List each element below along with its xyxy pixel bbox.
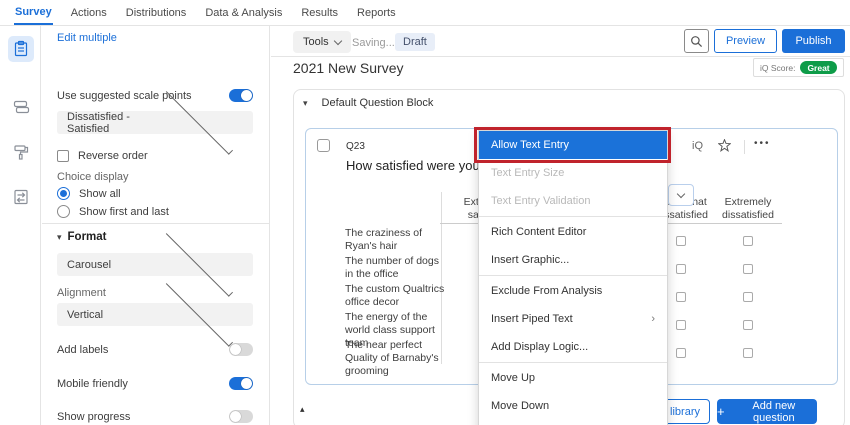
question-iq-icon[interactable]: iQ	[692, 140, 703, 152]
reverse-order-checkbox[interactable]	[57, 150, 69, 162]
matrix-checkbox[interactable]	[676, 292, 686, 302]
tools-button[interactable]: Tools	[293, 31, 351, 53]
publish-button[interactable]: Publish	[782, 29, 845, 53]
choice-display-label: Choice display	[57, 171, 129, 183]
block-options-icon[interactable]	[8, 94, 34, 120]
use-suggested-scale-points-toggle[interactable]	[229, 89, 253, 102]
checkbox-column-somewhat-dissatisfied	[676, 236, 686, 376]
alignment-label: Alignment	[57, 287, 106, 299]
tab-survey[interactable]: Survey	[14, 0, 53, 25]
matrix-row-statement[interactable]: The craziness of Ryan's hair	[345, 227, 445, 255]
preview-button[interactable]: Preview	[714, 29, 777, 53]
top-nav: Survey Actions Distributions Data & Anal…	[0, 0, 850, 26]
menu-item-exclude-from-analysis[interactable]: Exclude From Analysis	[479, 277, 667, 305]
draft-badge: Draft	[395, 33, 435, 51]
matrix-checkbox[interactable]	[676, 264, 686, 274]
plus-icon: +	[717, 404, 725, 419]
add-labels-label: Add labels	[57, 344, 108, 356]
menu-item-insert-piped-text[interactable]: Insert Piped Text ›	[479, 305, 667, 333]
add-new-question-button[interactable]: + Add new question	[717, 399, 817, 424]
matrix-row-statement[interactable]: The number of dogs in the office	[345, 255, 445, 283]
matrix-row-statement[interactable]: The custom Qualtrics office decor	[345, 283, 445, 311]
tab-distributions[interactable]: Distributions	[125, 0, 188, 25]
menu-item-text-entry-validation: Text Entry Validation	[479, 187, 667, 215]
menu-item-remove-scale-point[interactable]: Remove Scale Point	[479, 420, 667, 425]
survey-flow-icon[interactable]	[8, 184, 34, 210]
show-all-radio[interactable]	[57, 187, 70, 200]
matrix-checkbox[interactable]	[743, 236, 753, 246]
format-section-header[interactable]: ▾ Format	[57, 231, 107, 243]
iq-score-badge[interactable]: iQ Score: Great	[753, 58, 844, 77]
add-labels-toggle[interactable]	[229, 343, 253, 356]
show-all-label: Show all	[79, 188, 121, 200]
chevron-down-icon	[677, 189, 685, 197]
reverse-order-label: Reverse order	[78, 150, 148, 162]
more-options-icon[interactable]: •••	[754, 138, 771, 149]
alignment-dropdown[interactable]: Vertical	[57, 303, 253, 326]
matrix-checkbox[interactable]	[676, 348, 686, 358]
menu-item-rich-content-editor[interactable]: Rich Content Editor	[479, 218, 667, 246]
matrix-checkbox[interactable]	[743, 348, 753, 358]
survey-builder-icon[interactable]	[8, 36, 34, 62]
tab-data-analysis[interactable]: Data & Analysis	[204, 0, 283, 25]
menu-item-add-display-logic[interactable]: Add Display Logic...	[479, 333, 667, 361]
show-first-last-label: Show first and last	[79, 206, 169, 218]
question-settings-panel: Edit multiple Use suggested scale points…	[42, 26, 270, 425]
format-dropdown[interactable]: Carousel	[57, 253, 253, 276]
block-title[interactable]: Default Question Block	[322, 97, 434, 109]
qualtrics-survey-editor: Survey Actions Distributions Data & Anal…	[0, 0, 850, 425]
menu-divider	[479, 216, 667, 217]
submenu-arrow-icon: ›	[651, 313, 655, 325]
tab-results[interactable]: Results	[300, 0, 339, 25]
caret-down-icon: ▾	[57, 232, 62, 243]
search-button[interactable]	[684, 29, 709, 53]
menu-item-insert-graphic[interactable]: Insert Graphic...	[479, 246, 667, 274]
matrix-checkbox[interactable]	[743, 292, 753, 302]
matrix-row-statement[interactable]: The near perfect Quality of Barnaby's gr…	[345, 339, 445, 367]
mobile-friendly-label: Mobile friendly	[57, 378, 128, 390]
collapse-block-caret-icon[interactable]: ▴	[300, 404, 305, 415]
menu-item-allow-text-entry[interactable]: Allow Text Entry	[479, 131, 667, 159]
matrix-row-statement[interactable]: The energy of the world class support te…	[345, 311, 445, 339]
question-id: Q23	[346, 141, 365, 152]
edit-multiple-link[interactable]: Edit multiple	[57, 32, 117, 44]
checkbox-column-extremely-dissatisfied	[743, 236, 753, 376]
header-divider	[271, 56, 850, 57]
matrix-checkbox[interactable]	[676, 320, 686, 330]
menu-divider	[479, 275, 667, 276]
matrix-statements: The craziness of Ryan's hair The number …	[345, 227, 445, 367]
mobile-friendly-toggle[interactable]	[229, 377, 253, 390]
iq-score-value: Great	[800, 61, 836, 74]
icon-divider	[744, 140, 745, 154]
chevron-down-icon	[333, 36, 341, 44]
scale-point-dropdown-button[interactable]	[668, 184, 694, 206]
survey-title[interactable]: 2021 New Survey	[293, 60, 404, 76]
block-collapse-caret-icon[interactable]: ▾	[303, 98, 308, 109]
show-progress-label: Show progress	[57, 411, 130, 423]
matrix-checkbox[interactable]	[676, 236, 686, 246]
search-icon	[690, 35, 703, 48]
scale-points-dropdown[interactable]: Dissatisfied - Satisfied	[57, 111, 253, 134]
matrix-checkbox[interactable]	[743, 320, 753, 330]
look-and-feel-icon[interactable]	[8, 139, 34, 165]
star-icon[interactable]	[718, 139, 731, 157]
left-icon-rail	[0, 26, 41, 425]
question-select-checkbox[interactable]	[317, 139, 330, 152]
scale-point-context-menu: Allow Text Entry Text Entry Size Text En…	[478, 130, 668, 425]
iq-score-label: iQ Score:	[760, 63, 795, 73]
show-progress-toggle[interactable]	[229, 410, 253, 423]
show-first-last-radio[interactable]	[57, 205, 70, 218]
matrix-checkbox[interactable]	[743, 264, 753, 274]
tab-reports[interactable]: Reports	[356, 0, 397, 25]
menu-item-text-entry-size: Text Entry Size	[479, 159, 667, 187]
tab-actions[interactable]: Actions	[70, 0, 108, 25]
saving-status: Saving...	[352, 37, 395, 49]
menu-item-move-up[interactable]: Move Up	[479, 364, 667, 392]
scale-col-extremely-dissatisfied[interactable]: Extremely dissatisfied	[706, 196, 790, 222]
menu-divider	[479, 362, 667, 363]
menu-item-move-down[interactable]: Move Down	[479, 392, 667, 420]
